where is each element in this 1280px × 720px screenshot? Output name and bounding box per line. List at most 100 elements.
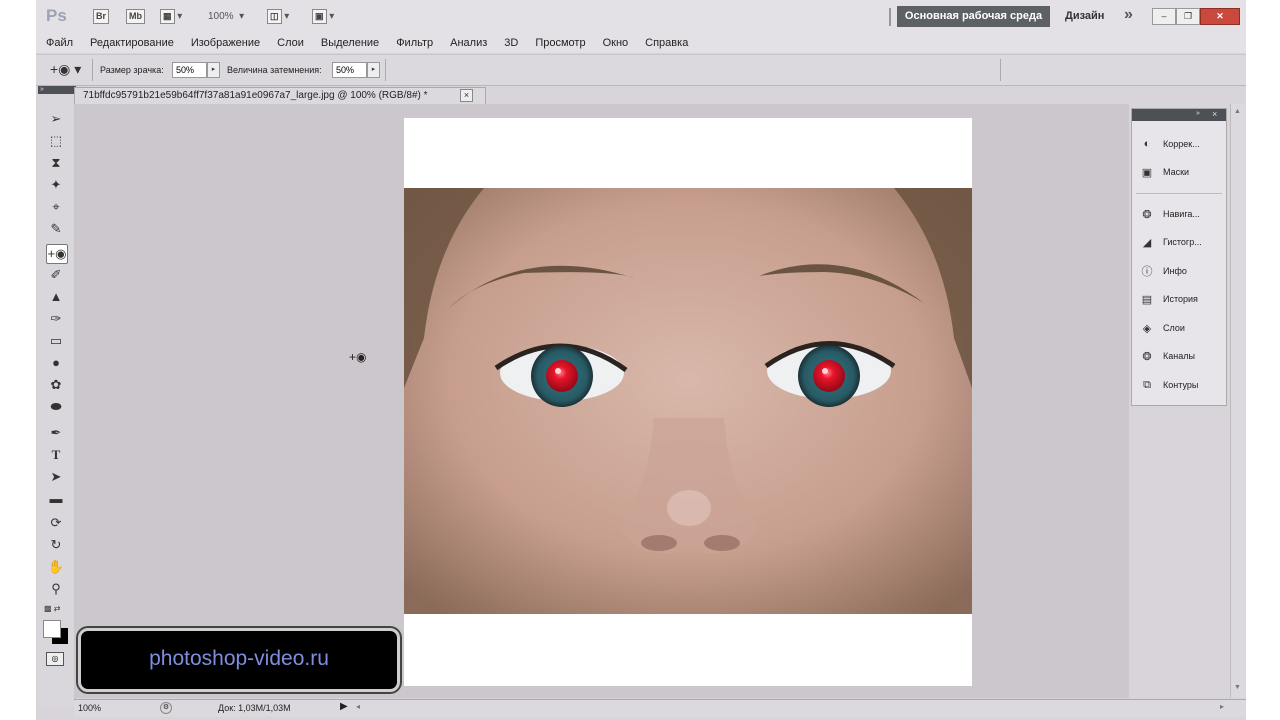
eyedropper-tool-icon[interactable]: ✎ bbox=[46, 220, 66, 238]
panel-channels[interactable]: ❂ Каналы bbox=[1132, 345, 1226, 367]
darken-amount-input[interactable]: 50% bbox=[332, 62, 367, 78]
menu-image[interactable]: Изображение bbox=[191, 37, 260, 49]
scroll-left-icon[interactable]: ◂ bbox=[356, 702, 360, 711]
paint-bucket-tool-icon[interactable]: ● bbox=[46, 354, 66, 372]
clone-stamp-tool-icon[interactable]: ▲ bbox=[46, 288, 66, 306]
status-bar: 100% ⚙ Док: 1,03M/1,03M ▶ ◂ ▸ bbox=[74, 699, 1246, 717]
divider bbox=[385, 59, 386, 81]
workspace-design-button[interactable]: Дизайн bbox=[1065, 10, 1104, 22]
document-workspace[interactable] bbox=[74, 104, 1129, 698]
panel-layers[interactable]: ◈ Слои bbox=[1132, 317, 1226, 339]
lasso-tool-icon[interactable]: ⧗ bbox=[46, 154, 66, 172]
status-options-icon[interactable]: ⚙ bbox=[160, 702, 172, 714]
vertical-scrollbar[interactable]: ▲ ▼ bbox=[1230, 104, 1245, 698]
menu-3d[interactable]: 3D bbox=[504, 37, 518, 49]
panel-adjustments[interactable]: ◐ Коррек... bbox=[1132, 133, 1226, 155]
menu-window[interactable]: Окно bbox=[603, 37, 629, 49]
layers-icon: ◈ bbox=[1142, 322, 1152, 335]
expand-panels-icon[interactable]: » bbox=[1196, 110, 1200, 117]
channels-icon: ❂ bbox=[1142, 350, 1152, 363]
menu-select[interactable]: Выделение bbox=[321, 37, 379, 49]
scroll-right-icon[interactable]: ▸ bbox=[1220, 702, 1224, 711]
zoom-level-select[interactable]: 100% ▾ bbox=[208, 8, 244, 24]
panel-history[interactable]: ▤ История bbox=[1132, 288, 1226, 310]
divider bbox=[1136, 193, 1222, 194]
menu-file[interactable]: Файл bbox=[46, 37, 73, 49]
type-tool-icon[interactable]: T bbox=[46, 446, 66, 464]
document-tab[interactable]: 71bffdc95791b21e59b64ff7f37a81a91e0967a7… bbox=[74, 87, 486, 104]
3d-rotate-tool-icon[interactable]: ⟳ bbox=[46, 514, 66, 532]
menu-layer[interactable]: Слои bbox=[277, 37, 304, 49]
arrange-documents-button[interactable]: ◫ ▾ bbox=[267, 8, 289, 24]
more-workspaces-icon[interactable]: » bbox=[1124, 6, 1133, 24]
path-selection-tool-icon[interactable]: ➤ bbox=[46, 468, 66, 486]
rectangle-tool-icon[interactable]: ▬ bbox=[46, 490, 66, 508]
panel-masks[interactable]: ▣ Маски bbox=[1132, 161, 1226, 183]
move-tool-icon[interactable]: ➢ bbox=[46, 110, 66, 128]
marquee-tool-icon[interactable]: ⬚ bbox=[46, 132, 66, 150]
hand-tool-icon[interactable]: ✋ bbox=[46, 558, 66, 576]
scroll-up-icon[interactable]: ▲ bbox=[1234, 108, 1241, 115]
panel-navigator[interactable]: ❂ Навига... bbox=[1132, 203, 1226, 225]
info-icon: ⓘ bbox=[1141, 266, 1153, 278]
darken-amount-label: Величина затемнения: bbox=[227, 65, 322, 75]
tools-panel: » ➢ ⬚ ⧗ ✦ ⌖ ✎ +◉ ✐ ▲ ✑ ▭ ● ✿ ⬬ ✒ T ➤ ▬ ⟳… bbox=[38, 86, 76, 706]
close-dock-icon[interactable]: × bbox=[1212, 109, 1217, 119]
scroll-down-icon[interactable]: ▼ bbox=[1234, 684, 1241, 691]
close-document-icon[interactable]: × bbox=[460, 89, 473, 102]
mini-bridge-button[interactable]: Mb bbox=[126, 8, 145, 24]
magic-wand-tool-icon[interactable]: ✦ bbox=[46, 176, 66, 194]
foreground-color-swatch[interactable] bbox=[43, 620, 61, 638]
3d-orbit-tool-icon[interactable]: ↻ bbox=[46, 536, 66, 554]
menu-edit[interactable]: Редактирование bbox=[90, 37, 174, 49]
menu-analysis[interactable]: Анализ bbox=[450, 37, 487, 49]
pen-tool-icon[interactable]: ✒ bbox=[46, 424, 66, 442]
menu-view[interactable]: Просмотр bbox=[535, 37, 585, 49]
zoom-tool-icon[interactable]: ⚲ bbox=[46, 580, 66, 598]
site-watermark: photoshop-video.ru bbox=[78, 628, 400, 692]
dodge-tool-icon[interactable]: ⬬ bbox=[46, 398, 66, 416]
panel-info[interactable]: ⓘ Инфо bbox=[1132, 260, 1226, 282]
minimize-button[interactable]: – bbox=[1152, 8, 1176, 25]
menu-filter[interactable]: Фильтр bbox=[396, 37, 433, 49]
red-eye-cursor-icon: +◉ bbox=[349, 350, 367, 364]
history-brush-tool-icon[interactable]: ✑ bbox=[46, 310, 66, 328]
navigator-icon: ❂ bbox=[1142, 208, 1152, 221]
menu-help[interactable]: Справка bbox=[645, 37, 688, 49]
adjustments-icon: ◐ bbox=[1143, 138, 1151, 150]
blur-tool-icon[interactable]: ✿ bbox=[46, 376, 66, 394]
eraser-tool-icon[interactable]: ▭ bbox=[46, 332, 66, 350]
menu-bar: Файл Редактирование Изображение Слои Выд… bbox=[36, 33, 1246, 53]
red-eye-tool-icon[interactable]: +◉ bbox=[46, 244, 68, 264]
pupil-size-input[interactable]: 50% bbox=[172, 62, 207, 78]
quick-mask-icon[interactable]: ◎ bbox=[46, 652, 64, 666]
workspace-essentials-button[interactable]: Основная рабочая среда bbox=[897, 6, 1050, 27]
crop-tool-icon[interactable]: ⌖ bbox=[46, 198, 66, 216]
darken-amount-arrow-icon[interactable]: ▸ bbox=[367, 62, 380, 78]
brush-tool-icon[interactable]: ✐ bbox=[46, 266, 66, 284]
screen-mode-button[interactable]: ▣ ▾ bbox=[312, 8, 334, 24]
close-window-button[interactable]: ✕ bbox=[1200, 8, 1240, 25]
watermark-text: photoshop-video.ru bbox=[149, 647, 329, 670]
red-eye-tool-preset-icon[interactable]: +◉ ▾ bbox=[50, 61, 81, 78]
bridge-button[interactable]: Br bbox=[93, 8, 110, 24]
view-extras-button[interactable]: ▦ ▾ bbox=[160, 8, 182, 24]
panel-dock: » × ◐ Коррек... ▣ Маски ❂ Навига... ◢ Гистог… bbox=[1131, 108, 1227, 406]
divider bbox=[1000, 59, 1001, 81]
tools-collapse-icon[interactable]: » bbox=[38, 86, 76, 94]
status-menu-arrow-icon[interactable]: ▶ bbox=[340, 701, 348, 712]
pupil-size-arrow-icon[interactable]: ▸ bbox=[207, 62, 220, 78]
face-photo[interactable] bbox=[404, 188, 972, 614]
default-colors-icon[interactable]: ▩ ⇄ bbox=[44, 604, 60, 613]
zoom-status-field[interactable]: 100% bbox=[78, 703, 118, 713]
restore-button[interactable]: ❐ bbox=[1176, 8, 1200, 25]
history-icon: ▤ bbox=[1141, 293, 1153, 306]
photoshop-window: Ps Br Mb ▦ ▾ 100% ▾ ◫ ▾ ▣ ▾ Основная раб… bbox=[36, 0, 1246, 720]
document-size-info: Док: 1,03M/1,03M bbox=[218, 703, 291, 713]
document-canvas[interactable] bbox=[404, 118, 972, 686]
options-bar: +◉ ▾ Размер зрачка: 50% ▸ Величина затем… bbox=[36, 54, 1246, 86]
panel-paths[interactable]: ⧉ Контуры bbox=[1132, 374, 1226, 396]
panel-histogram[interactable]: ◢ Гистогр... bbox=[1132, 231, 1226, 253]
photoshop-logo: Ps bbox=[46, 6, 67, 25]
divider bbox=[92, 59, 93, 81]
